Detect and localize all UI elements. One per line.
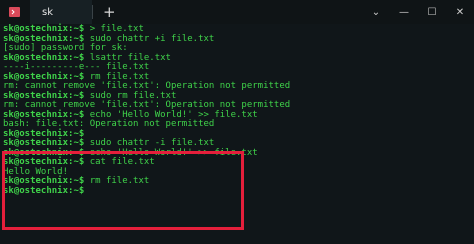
command-text: cat file.txt (84, 157, 155, 167)
minimize-button[interactable]: — (390, 0, 418, 24)
maximize-button[interactable]: ☐ (418, 0, 446, 24)
tab-title: sk (42, 6, 54, 18)
close-button[interactable]: ✕ (446, 0, 474, 24)
chevron-down-icon: ⌄ (371, 6, 381, 18)
tab-dropdown-button[interactable]: ⌄ (362, 0, 390, 24)
close-icon: ✕ (455, 6, 465, 18)
terminal-app-icon[interactable] (9, 7, 20, 17)
minimize-icon: — (399, 6, 409, 18)
maximize-icon: ☐ (427, 6, 437, 18)
terminal-output[interactable]: sk@ostechnix:~$ > file.txt sk@ostechnix:~… (0, 24, 474, 244)
shell-prompt: sk@ostechnix:~$ (3, 185, 85, 196)
command-text: rm file.txt (84, 176, 150, 186)
title-bar: sk + ⌄ — ☐ ✕ (0, 0, 474, 24)
tab-separator (92, 5, 93, 19)
tab-sk[interactable]: sk (30, 0, 92, 24)
terminal-line: sk@ostechnix:~$ (3, 185, 471, 197)
terminal-line: sk@ostechnix:~$ cat file.txt (3, 157, 471, 168)
new-tab-button[interactable]: + (103, 4, 116, 20)
